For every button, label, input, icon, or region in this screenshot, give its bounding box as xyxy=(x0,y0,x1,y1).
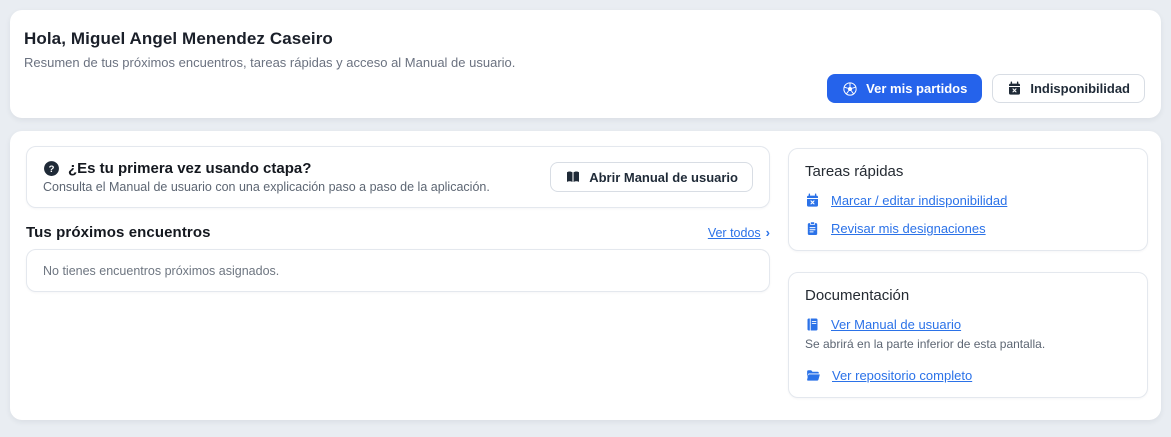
encounters-title: Tus próximos encuentros xyxy=(26,224,211,241)
documentation-title: Documentación xyxy=(805,287,1131,304)
intro-title: ¿Es tu primera vez usando ctapa? xyxy=(68,160,311,177)
empty-state-message: No tienes encuentros próximos asignados. xyxy=(43,264,279,278)
encounters-section-head: Tus próximos encuentros Ver todos › xyxy=(26,223,770,242)
dashboard-page: { "colors": { "accent": "#2563eb", "link… xyxy=(0,0,1171,437)
svg-text:?: ? xyxy=(49,164,55,175)
page-subtitle: Resumen de tus próximos encuentros, tare… xyxy=(24,55,1145,70)
empty-state-card: No tienes encuentros próximos asignados. xyxy=(26,249,770,292)
book-open-icon xyxy=(565,169,581,185)
folder-open-icon xyxy=(805,368,821,383)
left-column: ? ¿Es tu primera vez usando ctapa? Consu… xyxy=(26,146,770,292)
question-circle-icon: ? xyxy=(43,160,60,177)
calendar-x-icon xyxy=(1007,81,1022,96)
intro-card: ? ¿Es tu primera vez usando ctapa? Consu… xyxy=(26,146,770,208)
right-column: Tareas rápidas Marcar / editar indisponi… xyxy=(788,148,1148,398)
manual-note: Se abrirá en la parte inferior de esta p… xyxy=(805,337,1131,351)
main-card: ? ¿Es tu primera vez usando ctapa? Consu… xyxy=(10,131,1161,420)
ver-mis-partidos-button[interactable]: Ver mis partidos xyxy=(827,74,982,103)
soccer-ball-icon xyxy=(842,81,858,97)
calendar-x-icon xyxy=(805,193,820,208)
header-actions: Ver mis partidos Indisponibilidad xyxy=(827,74,1145,103)
page-title: Hola, Miguel Angel Menendez Caseiro xyxy=(24,29,1145,49)
open-manual-button[interactable]: Abrir Manual de usuario xyxy=(550,162,753,192)
manual-link[interactable]: Ver Manual de usuario xyxy=(805,317,1131,332)
indisponibilidad-label: Indisponibilidad xyxy=(1030,81,1130,96)
quick-task-link-designaciones[interactable]: Revisar mis designaciones xyxy=(805,221,1131,236)
header-card: Hola, Miguel Angel Menendez Caseiro Resu… xyxy=(10,10,1161,118)
chevron-right-icon: › xyxy=(766,226,770,239)
clipboard-icon xyxy=(805,221,820,236)
repository-link[interactable]: Ver repositorio completo xyxy=(805,368,1131,383)
quick-tasks-card: Tareas rápidas Marcar / editar indisponi… xyxy=(788,148,1148,251)
documentation-card: Documentación Ver Manual de usuario Se a… xyxy=(788,272,1148,398)
ver-mis-partidos-label: Ver mis partidos xyxy=(866,81,967,96)
intro-description: Consulta el Manual de usuario con una ex… xyxy=(43,180,490,194)
open-manual-label: Abrir Manual de usuario xyxy=(589,170,738,185)
quick-tasks-title: Tareas rápidas xyxy=(805,163,1131,180)
indisponibilidad-button[interactable]: Indisponibilidad xyxy=(992,74,1145,103)
book-icon xyxy=(805,317,820,332)
view-all-link[interactable]: Ver todos › xyxy=(708,226,770,240)
quick-task-link-indisponibilidad[interactable]: Marcar / editar indisponibilidad xyxy=(805,193,1131,208)
